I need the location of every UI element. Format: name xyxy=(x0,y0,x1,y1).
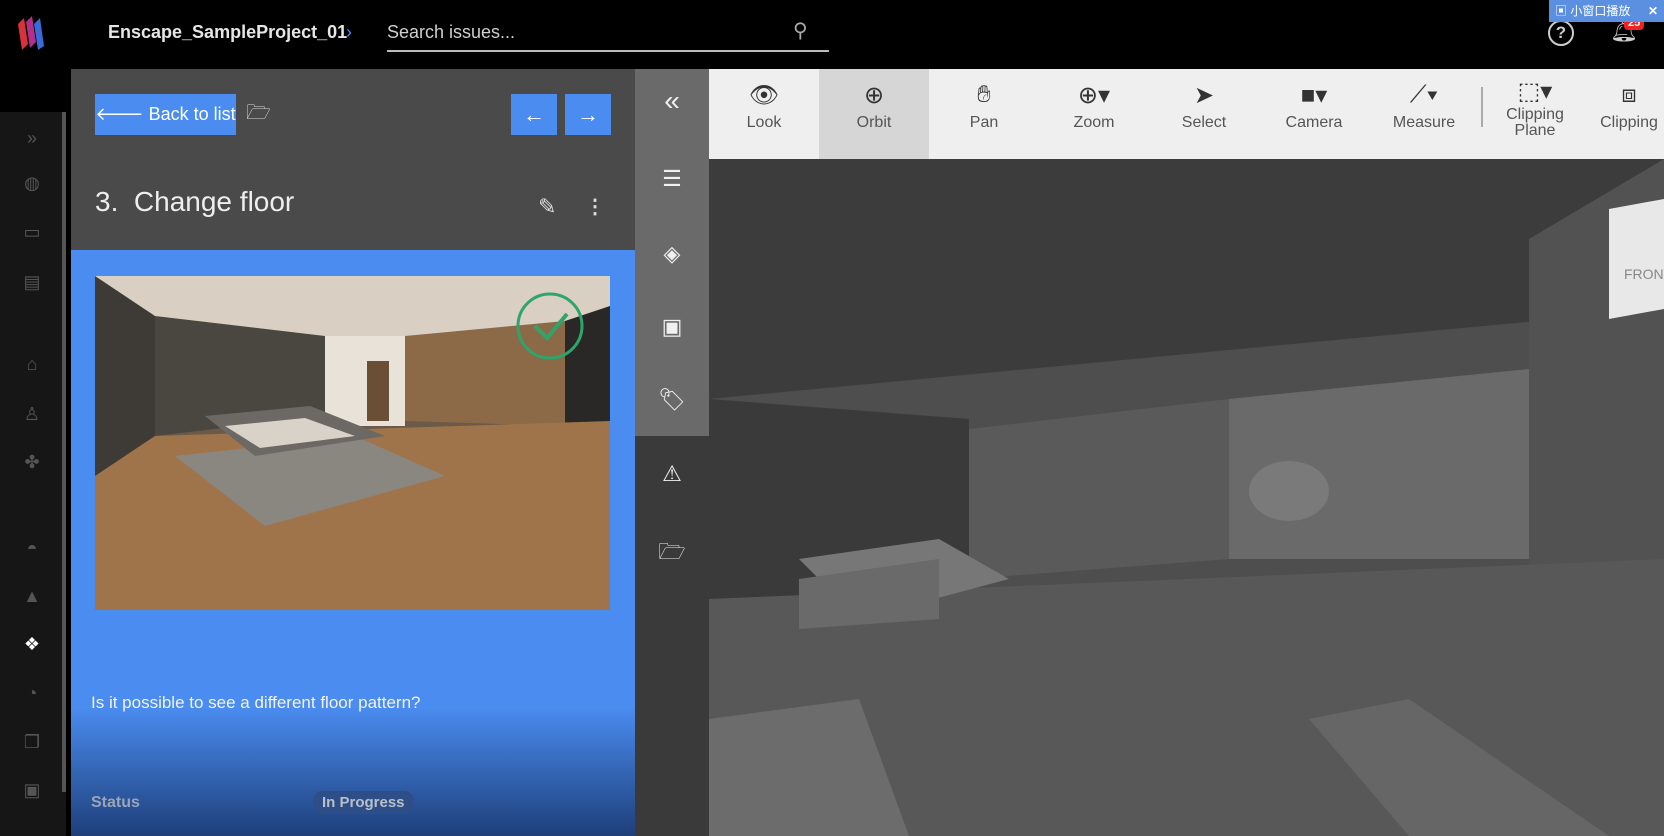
tool-camera[interactable]: ■▾ Camera xyxy=(1259,69,1369,159)
cursor-icon: ➤ xyxy=(1193,82,1215,109)
arrow-left-icon: 🡐 xyxy=(95,104,149,124)
app-logo[interactable] xyxy=(14,14,50,54)
collapse-icon[interactable]: « xyxy=(635,85,709,117)
folder-icon[interactable]: 🗁 xyxy=(635,535,709,573)
camera-icon: ■▾ xyxy=(1300,82,1328,109)
more-vertical-icon[interactable]: ⋮ xyxy=(585,194,605,219)
tool-orbit[interactable]: ⊕ Orbit xyxy=(819,69,929,159)
project-name[interactable]: Enscape_SampleProject_01 xyxy=(108,22,347,43)
tags-icon[interactable]: 🏷︎ xyxy=(635,387,709,413)
globe-icon[interactable]: ◍ xyxy=(18,173,46,194)
clipping-box-icon: ⧈ xyxy=(1621,81,1637,108)
issue-description: Is it possible to see a different floor … xyxy=(91,693,421,712)
folder-open-icon[interactable]: 🗁 xyxy=(246,98,271,132)
window-icon: ▣ xyxy=(1555,4,1571,18)
tool-look[interactable]: 👁︎ Look xyxy=(709,69,819,159)
viewer-toolbar: 👁︎ Look ⊕ Orbit ✋︎ Pan ⊕▾ Zoom ➤ Select ■▾ Cam… xyxy=(709,69,1664,159)
warning-icon[interactable]: ▲ xyxy=(18,586,46,607)
issue-number: 3. xyxy=(95,186,119,217)
tool-clipping[interactable]: ⧈ Clipping xyxy=(1574,69,1664,159)
tool-select[interactable]: ➤ Select xyxy=(1149,69,1259,159)
search-icon[interactable]: ⚲ xyxy=(793,18,808,43)
help-icon[interactable]: ? xyxy=(1548,20,1574,46)
tree-icon[interactable]: ☰ xyxy=(635,166,709,192)
tool-label: Camera xyxy=(1285,114,1343,131)
search-input[interactable]: Search issues... xyxy=(387,14,829,52)
tool-pan[interactable]: ✋︎ Pan xyxy=(929,69,1039,159)
viewcube[interactable] xyxy=(1609,199,1664,319)
copy-icon[interactable]: ❐ xyxy=(18,732,46,753)
user-icon[interactable]: ♙ xyxy=(18,404,46,425)
tool-label: Zoom xyxy=(1073,114,1115,131)
issue-title-text: Change floor xyxy=(133,186,295,217)
tool-label: Orbit xyxy=(856,114,892,131)
document-icon[interactable]: ▤ xyxy=(18,272,46,293)
viewcube-label: FRONT xyxy=(1624,266,1664,282)
hand-icon: ✋︎ xyxy=(977,81,991,108)
dashboard-icon[interactable]: ◓ xyxy=(18,538,46,559)
layers-icon[interactable]: ◈ xyxy=(635,241,709,267)
issues-warning-icon[interactable]: ⚠ xyxy=(635,461,709,487)
pencil-icon[interactable]: ✎ xyxy=(538,194,556,220)
models-icon[interactable]: ❖ xyxy=(18,634,46,655)
inbox-icon[interactable]: ▣ xyxy=(18,780,46,801)
puzzle-icon[interactable]: ✤ xyxy=(18,452,46,473)
tool-measure[interactable]: ⟋▾ Measure xyxy=(1369,69,1479,159)
status-badge[interactable]: In Progress xyxy=(313,791,414,814)
issue-screenshot[interactable] xyxy=(95,276,610,610)
ruler-icon: ⟋▾ xyxy=(1409,81,1439,108)
status-label: Status xyxy=(91,794,140,811)
next-issue-button[interactable]: → xyxy=(565,94,611,135)
tool-label: Clipping xyxy=(1600,114,1658,131)
issue-title: 3. Change floor xyxy=(95,186,294,218)
top-bar: Enscape_SampleProject_01 › Search issues… xyxy=(0,0,1664,69)
tool-label: Pan xyxy=(969,114,999,131)
tool-label: Look xyxy=(746,114,782,131)
tool-label: Select xyxy=(1181,114,1227,131)
back-to-list-button[interactable]: 🡐 Back to list xyxy=(95,94,236,135)
tool-label: Clipping Plane xyxy=(1506,106,1564,139)
back-label: Back to list xyxy=(148,104,236,124)
popup-label: 小窗口播放 xyxy=(1570,4,1631,18)
eye-icon: 👁︎ xyxy=(748,82,780,109)
3d-viewport[interactable]: FRONT xyxy=(709,159,1664,836)
breadcrumb-chevron-icon: › xyxy=(346,22,352,42)
tool-zoom[interactable]: ⊕▾ Zoom xyxy=(1039,69,1149,159)
left-rail: » ◍ ▭ ▤ ⌂ ♙ ✤ ◓ ▲ ❖ ◔ ❐ ▣ xyxy=(0,112,66,836)
home-icon[interactable]: ⌂ xyxy=(18,354,46,375)
close-icon[interactable]: ✕ xyxy=(1648,0,1658,22)
orbit-icon: ⊕ xyxy=(863,82,885,109)
tool-column: « ☰ ◈ ▣ 🏷︎ ⚠ 🗁 xyxy=(635,69,709,836)
properties-icon[interactable]: ▣ xyxy=(635,314,709,340)
tool-label: Measure xyxy=(1392,114,1456,131)
previous-issue-button[interactable]: ← xyxy=(511,94,557,135)
clock-icon[interactable]: ◔ xyxy=(18,683,46,704)
card-icon[interactable]: ▭ xyxy=(18,222,46,243)
zoom-icon: ⊕▾ xyxy=(1077,82,1111,109)
rail-scrollbar[interactable] xyxy=(62,112,66,792)
mini-window-popup[interactable]: ▣ 小窗口播放 ✕ xyxy=(1549,0,1664,22)
expand-icon[interactable]: » xyxy=(18,128,46,149)
